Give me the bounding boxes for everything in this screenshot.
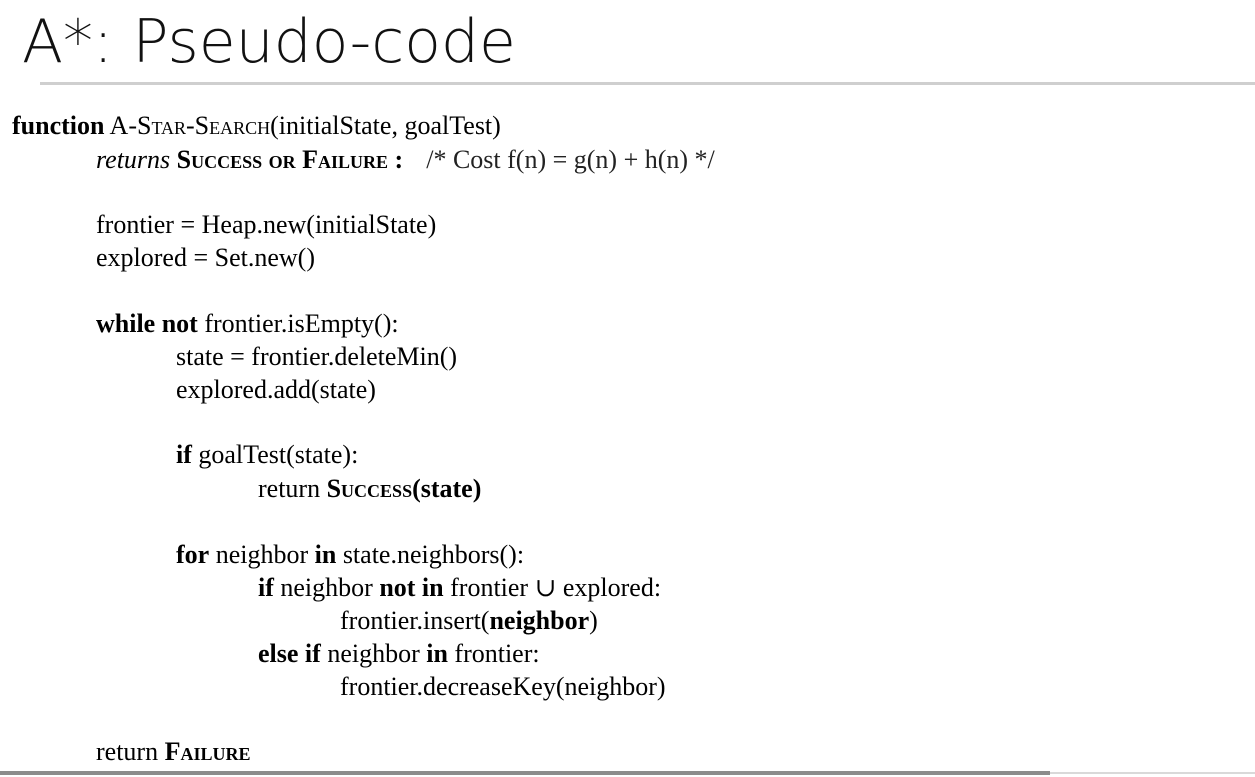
keyword-for: for (176, 540, 210, 569)
code-line-explored-init: explored = Set.new() (96, 243, 315, 272)
keyword-if: if (176, 440, 192, 469)
function-name-prefix: A- (109, 111, 137, 140)
keyword-return: return (258, 474, 327, 503)
return-or: or (268, 145, 296, 174)
return-success: Success (176, 145, 263, 174)
keyword-else-if: else if (258, 639, 321, 668)
function-name: Star-Search (136, 111, 271, 140)
else-if-subject: neighbor (320, 639, 427, 668)
code-line-returns: returns Success or Failure : /* Cost f(n… (96, 144, 715, 176)
return-failure: Failure (302, 145, 389, 174)
code-line-return-failure: return Failure (96, 736, 251, 768)
code-line-frontier-init: frontier = Heap.new(initialState) (96, 210, 437, 239)
while-condition: frontier.isEmpty(): (197, 309, 399, 338)
keyword-returns: returns (96, 145, 171, 174)
code-line-return-success: return Success(state) (258, 473, 481, 505)
code-line-decrease-key: frontier.decreaseKey(neighbor) (340, 672, 666, 701)
keyword-return-final: return (96, 737, 165, 766)
pseudo-code-block: function A-Star-Search(initialState, goa… (0, 0, 1255, 777)
function-args: (initialState, goalTest) (270, 111, 501, 140)
return-colon: : (394, 145, 404, 174)
keyword-in-inner: in (426, 639, 448, 668)
for-iterable: state.neighbors(): (336, 540, 525, 569)
code-line-for-neighbors: for neighbor in state.neighbors(): (176, 539, 524, 571)
return-success-value: Success (326, 474, 413, 503)
code-line-if-goal: if goalTest(state): (176, 439, 358, 471)
bottom-divider-light (1050, 772, 1255, 774)
code-line-explored-add: explored.add(state) (176, 375, 376, 404)
if-goal-condition: goalTest(state): (191, 440, 359, 469)
keyword-if-inner: if (258, 573, 274, 602)
if-not-in-set: frontier ∪ explored: (443, 573, 662, 602)
else-if-set: frontier: (447, 639, 540, 668)
code-line-else-if: else if neighbor in frontier: (258, 638, 540, 670)
keyword-not-in: not in (379, 573, 444, 602)
code-line-function-signature: function A-Star-Search(initialState, goa… (12, 110, 501, 142)
for-variable: neighbor (209, 540, 315, 569)
keyword-function: function (12, 111, 105, 140)
code-line-delete-min: state = frontier.deleteMin() (176, 342, 458, 371)
return-failure-value: Failure (164, 737, 251, 766)
keyword-in: in (314, 540, 337, 569)
return-success-args: (state) (412, 474, 482, 503)
insert-call: frontier.insert( (340, 606, 490, 635)
insert-close: ) (589, 606, 598, 635)
if-subject: neighbor (273, 573, 380, 602)
keyword-while-not: while not (96, 309, 198, 338)
insert-arg: neighbor (489, 606, 590, 635)
cost-comment: /* Cost f(n) = g(n) + h(n) */ (426, 145, 715, 174)
code-line-insert: frontier.insert(neighbor) (340, 605, 598, 637)
bottom-divider (0, 771, 1050, 775)
code-line-if-not-in: if neighbor not in frontier ∪ explored: (258, 572, 661, 604)
code-line-while: while not frontier.isEmpty(): (96, 308, 399, 340)
